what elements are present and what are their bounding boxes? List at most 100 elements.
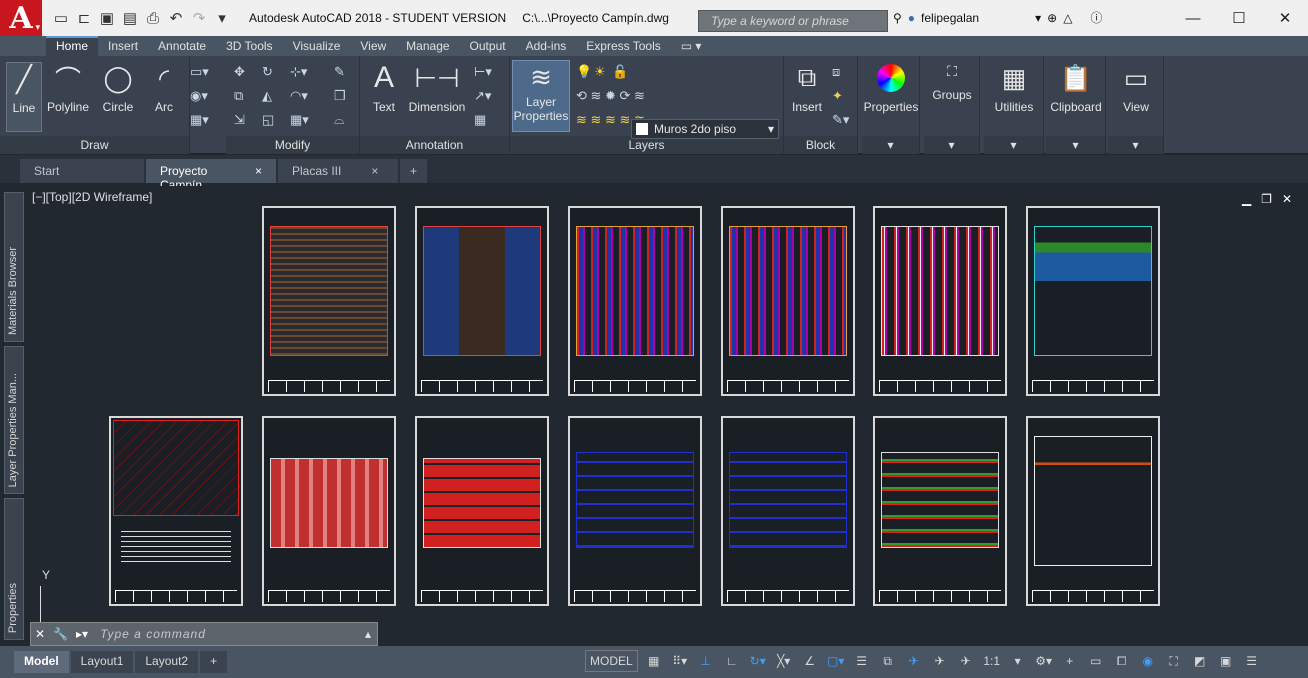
undo-icon[interactable]: ↶ — [167, 9, 185, 27]
graphics-performance-icon[interactable]: ◩ — [1190, 650, 1210, 672]
trim-icon[interactable]: ⊹▾ — [290, 64, 307, 80]
line-button[interactable]: ╱ Line — [6, 62, 42, 132]
close-icon[interactable]: × — [371, 164, 378, 183]
binoculars-icon[interactable]: ⚲ — [893, 11, 902, 25]
layer-properties-palette[interactable]: Layer Properties Man... — [4, 346, 24, 494]
hatch-icon[interactable]: ◉▾ — [190, 88, 208, 104]
layer-dropdown[interactable]: Muros 2do piso ▾ — [631, 119, 779, 139]
layout-tab-layout2[interactable]: Layout2 — [135, 651, 199, 673]
grid-icon[interactable]: ▦ — [644, 650, 664, 672]
erase-icon[interactable]: ✎ — [334, 64, 345, 80]
object-snap-tracking-icon[interactable]: ∠ — [800, 650, 820, 672]
insert-block-button[interactable]: ⧉ Insert — [788, 62, 826, 114]
save-as-icon[interactable]: ▤ — [121, 9, 139, 27]
save-icon[interactable]: ▣ — [98, 9, 116, 27]
close-icon[interactable]: ✕ — [1262, 0, 1308, 36]
command-input[interactable]: Type a command — [92, 627, 206, 641]
rectangle-icon[interactable]: ▭▾ — [190, 64, 209, 80]
groups-button[interactable]: ⛶ Groups — [924, 60, 980, 103]
minimize-icon[interactable]: ▁ — [1242, 192, 1251, 206]
autodesk-icon[interactable]: △ — [1063, 11, 1072, 25]
clipboard-expand-icon[interactable]: ▾ — [1046, 136, 1105, 154]
quick-properties-icon[interactable]: ⧠ — [1112, 650, 1132, 672]
cart-icon[interactable]: ⊕ — [1047, 11, 1057, 25]
lineweight-icon[interactable]: ☰ — [852, 650, 872, 672]
tab-view[interactable]: View — [350, 36, 396, 56]
close-icon[interactable]: ✕ — [1282, 192, 1292, 206]
lock-icon[interactable]: 🔓 — [612, 64, 628, 80]
tab-visualize[interactable]: Visualize — [283, 36, 351, 56]
drawing-canvas[interactable]: [−][Top][2D Wireframe] ▁ ❐ ✕ — [26, 186, 1304, 644]
groups-panel[interactable]: ⛶ Groups ▾ — [924, 56, 980, 154]
scale-icon[interactable]: ◱ — [262, 112, 274, 128]
new-icon[interactable]: ▭ — [52, 9, 70, 27]
tab-3d-tools[interactable]: 3D Tools — [216, 36, 282, 56]
dimension-button[interactable]: ⊢⊣ Dimension — [406, 62, 468, 115]
polyline-button[interactable]: ⌒ Polyline — [44, 62, 92, 115]
move-icon[interactable]: ✥ — [234, 64, 245, 80]
tab-insert[interactable]: Insert — [98, 36, 148, 56]
explode-icon[interactable]: ❒ — [334, 88, 346, 104]
hardware-acceleration-icon[interactable]: ◉ — [1138, 650, 1158, 672]
user-name[interactable]: felipegalan — [921, 11, 979, 25]
layer-tool-icon-1[interactable]: ⟲ ≋ ✹ ⟳ ≋ — [576, 88, 645, 104]
add-layout-button[interactable]: + — [200, 651, 228, 673]
circle-button[interactable]: ◯ Circle — [100, 62, 136, 115]
maximize-icon[interactable]: ☐ — [1216, 0, 1262, 36]
tab-express-tools[interactable]: Express Tools — [576, 36, 670, 56]
stretch-icon[interactable]: ⇲ — [234, 112, 245, 128]
object-snap-icon[interactable]: ▢▾ — [826, 650, 846, 672]
edit-block-icon[interactable]: ✦ — [832, 88, 843, 104]
tab-proyecto-campin[interactable]: Proyecto Campín × — [146, 159, 276, 192]
annotation-scale-icon[interactable]: ✈ — [956, 650, 976, 672]
transparency-icon[interactable]: ⧉ — [878, 650, 898, 672]
modify-panel-title[interactable]: Modify — [226, 136, 359, 154]
isodraft-icon[interactable]: ╳▾ — [774, 650, 794, 672]
search-input[interactable]: Type a keyword or phrase — [698, 10, 888, 32]
utilities-expand-icon[interactable]: ▾ — [984, 136, 1043, 154]
ribbon-options-icon[interactable]: ▭ ▾ — [671, 36, 712, 56]
annotation-scale-value[interactable]: 1:1 — [982, 650, 1002, 672]
bulb-icon[interactable]: 💡 — [576, 64, 592, 80]
isolate-objects-icon[interactable]: ⛶ — [1164, 650, 1184, 672]
snap-icon[interactable]: ⠿▾ — [670, 650, 690, 672]
copy-icon[interactable]: ⧉ — [234, 88, 243, 104]
workspace-gear-icon[interactable]: ⚙▾ — [1034, 650, 1054, 672]
tab-home[interactable]: Home — [46, 36, 99, 56]
close-icon[interactable]: ✕ — [31, 627, 49, 641]
user-dropdown-icon[interactable]: ▾ — [1035, 11, 1041, 25]
wrench-icon[interactable]: 🔧 — [49, 627, 72, 641]
help-icon[interactable]: ⓘ — [1090, 9, 1102, 26]
command-line[interactable]: ✕ 🔧 ▸▾ Type a command ▴ — [30, 622, 378, 646]
tab-placas-iii[interactable]: Placas III × — [278, 159, 398, 183]
annotation-panel-title[interactable]: Annotation — [360, 136, 509, 154]
table-icon[interactable]: ▦ — [474, 112, 486, 128]
auto-scale-icon[interactable]: ✈ — [930, 650, 950, 672]
view-button[interactable]: ▭ View — [1108, 62, 1164, 115]
qat-dropdown-icon[interactable]: ▾ — [213, 9, 231, 27]
clipboard-button[interactable]: 📋 Clipboard — [1046, 62, 1106, 115]
tab-add-ins[interactable]: Add-ins — [516, 36, 577, 56]
region-icon[interactable]: ▦▾ — [190, 112, 209, 128]
tab-annotate[interactable]: Annotate — [148, 36, 216, 56]
tab-manage[interactable]: Manage — [396, 36, 459, 56]
tab-output[interactable]: Output — [460, 36, 516, 56]
edit-attributes-icon[interactable]: ✎▾ — [832, 112, 849, 128]
print-icon[interactable]: ⎙ — [144, 10, 162, 27]
polar-tracking-icon[interactable]: ↻▾ — [748, 650, 768, 672]
close-icon[interactable]: × — [255, 164, 262, 183]
command-history-icon[interactable]: ▴ — [365, 627, 377, 641]
materials-browser-palette[interactable]: Materials Browser — [4, 192, 24, 342]
ortho-icon[interactable]: ∟ — [722, 650, 742, 672]
text-button[interactable]: A Text — [368, 61, 400, 114]
groups-expand-icon[interactable]: ▾ — [924, 136, 979, 154]
tab-start[interactable]: Start — [20, 159, 144, 183]
offset-icon[interactable]: ⌓ — [334, 112, 344, 128]
application-menu-button[interactable]: A — [0, 0, 42, 36]
properties-button[interactable]: Properties — [862, 62, 920, 114]
leader-icon[interactable]: ↗▾ — [474, 88, 491, 104]
properties-expand-icon[interactable]: ▾ — [862, 136, 919, 154]
redo-icon[interactable]: ↷ — [190, 9, 208, 27]
open-icon[interactable]: ⊏ — [75, 9, 93, 27]
view-expand-icon[interactable]: ▾ — [1108, 136, 1163, 154]
